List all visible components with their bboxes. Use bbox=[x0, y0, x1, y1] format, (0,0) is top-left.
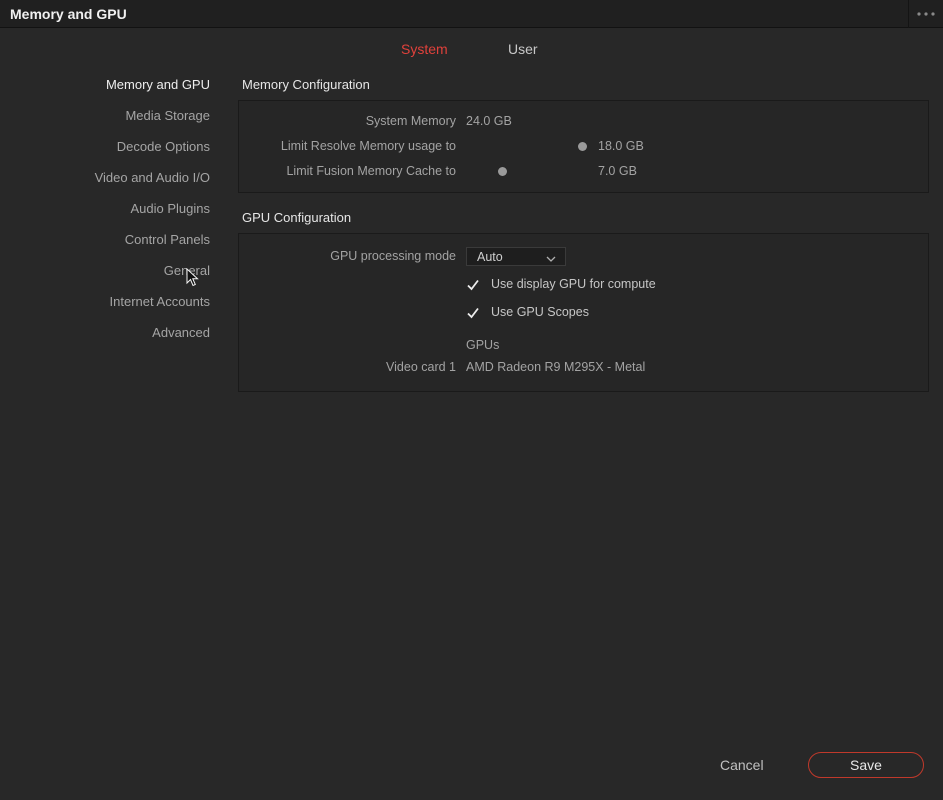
use-display-gpu-checkbox[interactable] bbox=[466, 278, 480, 292]
sidebar-item-advanced[interactable]: Advanced bbox=[152, 325, 210, 340]
memory-configuration-heading: Memory Configuration bbox=[242, 77, 370, 92]
title-bar-divider bbox=[908, 0, 909, 28]
video-card-label: Video card 1 bbox=[386, 360, 456, 374]
gpu-processing-mode-dropdown[interactable]: Auto bbox=[466, 247, 566, 266]
resolve-memory-slider-handle[interactable] bbox=[578, 142, 587, 151]
use-gpu-scopes-label: Use GPU Scopes bbox=[491, 305, 589, 319]
more-options-icon[interactable] bbox=[916, 7, 936, 21]
gpu-configuration-heading: GPU Configuration bbox=[242, 210, 352, 225]
sidebar-item-internet-accounts[interactable]: Internet Accounts bbox=[110, 294, 210, 309]
use-gpu-scopes-checkbox[interactable] bbox=[466, 306, 480, 320]
gpu-processing-mode-value: Auto bbox=[477, 250, 503, 264]
system-memory-label: System Memory bbox=[365, 114, 456, 128]
sidebar-item-memory-and-gpu[interactable]: Memory and GPU bbox=[106, 77, 210, 92]
window-title: Memory and GPU bbox=[10, 6, 127, 22]
tab-system[interactable]: System bbox=[401, 41, 448, 57]
sidebar-item-audio-plugins[interactable]: Audio Plugins bbox=[131, 201, 211, 216]
fusion-memory-slider-handle[interactable] bbox=[498, 167, 507, 176]
gpu-processing-mode-label: GPU processing mode bbox=[330, 249, 456, 263]
chevron-down-icon bbox=[546, 252, 556, 266]
sidebar-item-media-storage[interactable]: Media Storage bbox=[125, 108, 210, 123]
video-card-value: AMD Radeon R9 M295X - Metal bbox=[466, 360, 646, 374]
resolve-memory-limit-label: Limit Resolve Memory usage to bbox=[280, 139, 456, 153]
tab-user[interactable]: User bbox=[508, 41, 538, 57]
sidebar-item-control-panels[interactable]: Control Panels bbox=[125, 232, 210, 247]
fusion-memory-cache-label: Limit Fusion Memory Cache to bbox=[286, 164, 456, 178]
cancel-button[interactable]: Cancel bbox=[720, 757, 764, 773]
resolve-memory-limit-value: 18.0 GB bbox=[598, 139, 644, 153]
save-button[interactable]: Save bbox=[808, 752, 924, 778]
fusion-memory-cache-value: 7.0 GB bbox=[598, 164, 637, 178]
checkmark-icon bbox=[467, 279, 479, 291]
sidebar-item-video-and-audio-io[interactable]: Video and Audio I/O bbox=[95, 170, 210, 185]
mouse-pointer-icon bbox=[186, 267, 200, 288]
checkmark-icon bbox=[467, 307, 479, 319]
title-bar: Memory and GPU bbox=[0, 0, 943, 28]
use-display-gpu-label: Use display GPU for compute bbox=[491, 277, 656, 291]
sidebar-item-decode-options[interactable]: Decode Options bbox=[117, 139, 210, 154]
gpus-header: GPUs bbox=[466, 338, 500, 352]
system-memory-value: 24.0 GB bbox=[466, 114, 512, 128]
